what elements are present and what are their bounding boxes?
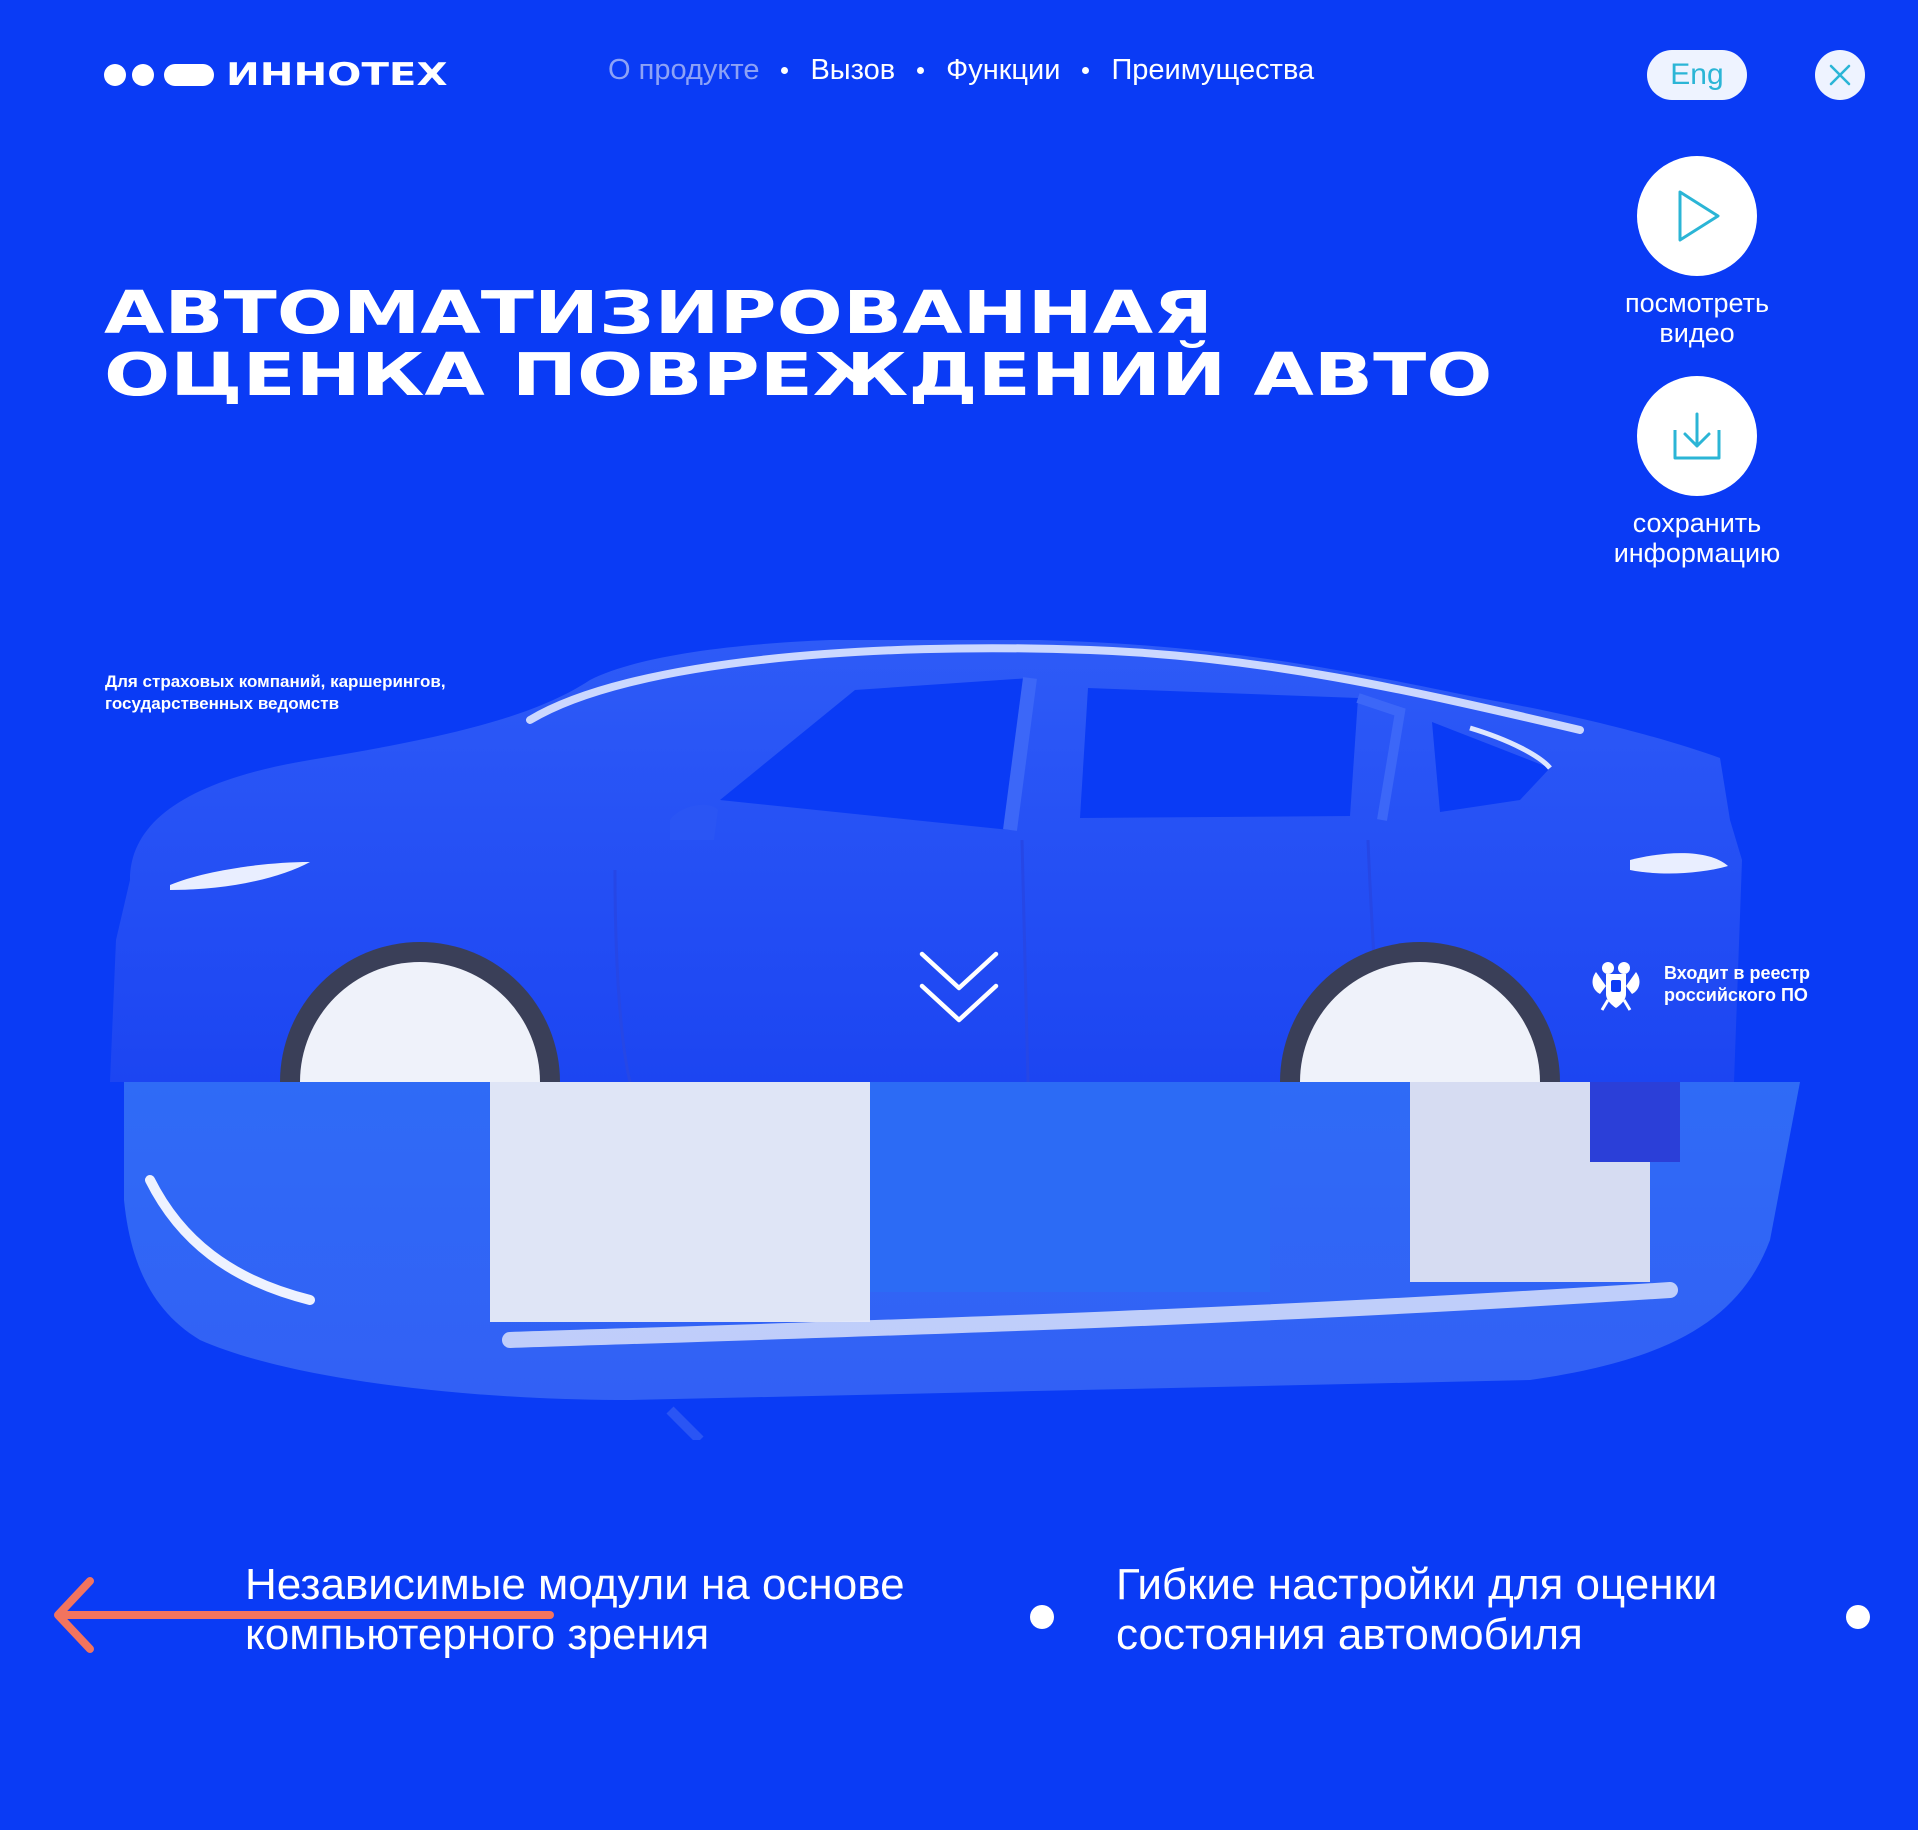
nav-separator (917, 67, 925, 74)
language-button[interactable]: Eng (1647, 50, 1747, 100)
play-icon (1678, 190, 1720, 242)
landing-page: ИННОТЕХ О продукте Вызов Функции Преимущ… (0, 0, 1918, 1830)
slide-dot[interactable] (1030, 1605, 1054, 1629)
close-icon (1829, 64, 1851, 86)
save-info-button[interactable] (1637, 376, 1757, 496)
audience-note: Для страховых компаний, каршерингов, гос… (105, 672, 446, 713)
registry-text: Входит в реестр российского ПО (1664, 963, 1811, 1005)
slide-item: Гибкие настройки для оценки состояния ав… (1116, 1560, 1718, 1659)
logo-pill (164, 64, 214, 86)
logo-dot (104, 64, 126, 86)
arrow-left-icon[interactable] (50, 1575, 560, 1655)
close-button[interactable] (1815, 50, 1865, 100)
logo[interactable]: ИННОТЕХ (104, 57, 448, 93)
save-info-label: сохранить информацию (1613, 508, 1781, 568)
registry-badge: Входит в реестр российского ПО (1588, 956, 1810, 1012)
nav-separator (781, 67, 789, 74)
nav-separator (1082, 67, 1090, 74)
watch-video-label: посмотреть видео (1624, 288, 1770, 348)
coat-of-arms-icon (1592, 962, 1640, 1011)
download-icon (1673, 412, 1721, 460)
nav-item-challenge[interactable]: Вызов (810, 54, 895, 87)
logo-text: ИННОТЕХ (226, 57, 448, 93)
car-illustration (110, 640, 1800, 1440)
logo-dot (132, 64, 154, 86)
nav-item-functions[interactable]: Функции (946, 54, 1060, 87)
watch-video-action: посмотреть видео (1587, 156, 1807, 348)
nav-item-advantages[interactable]: Преимущества (1111, 54, 1314, 87)
nav-item-about[interactable]: О продукте (608, 54, 759, 87)
hero-title: АВТОМАТИЗИРОВАННАЯ ОЦЕНКА ПОВРЕЖДЕНИЙ АВ… (104, 278, 1493, 409)
watch-video-button[interactable] (1637, 156, 1757, 276)
save-info-action: сохранить информацию (1587, 376, 1807, 568)
slide-dot[interactable] (1846, 1605, 1870, 1629)
main-nav: О продукте Вызов Функции Преимущества (608, 54, 1314, 87)
double-chevron-down-icon[interactable] (918, 948, 1000, 1030)
